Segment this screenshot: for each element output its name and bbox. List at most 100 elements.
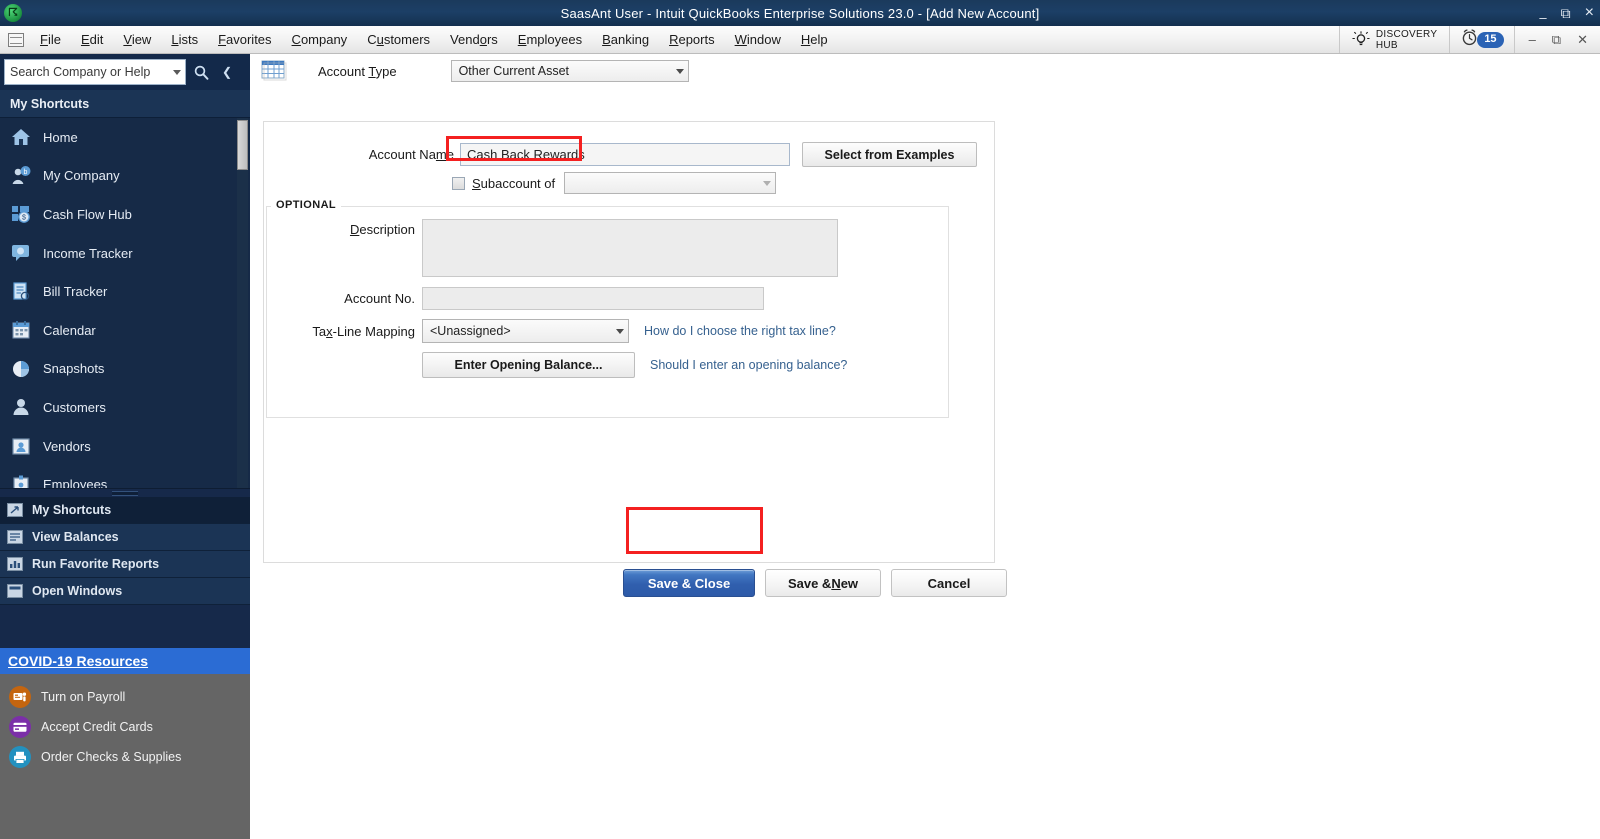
chevron-down-icon	[763, 180, 772, 186]
inner-close-icon[interactable]: ✕	[1577, 33, 1588, 46]
vendors-icon	[10, 435, 32, 457]
menu-favorites[interactable]: Favorites	[208, 28, 281, 51]
menu-banking[interactable]: Banking	[592, 28, 659, 51]
sidebar-item-label: Home	[43, 129, 78, 145]
account-name-input[interactable]: Cash Back Rewards	[460, 143, 790, 166]
title-bar: ☈ SaasAnt User - Intuit QuickBooks Enter…	[0, 0, 1600, 26]
cancel-button[interactable]: Cancel	[891, 569, 1007, 597]
sidebar-item-vendors[interactable]: Vendors	[0, 427, 250, 466]
inner-window-controls: – ⧉ ✕	[1513, 26, 1600, 53]
opening-balance-row: Enter Opening Balance... Should I enter …	[267, 352, 847, 378]
balances-panel-icon	[7, 530, 23, 544]
search-icon[interactable]	[186, 58, 216, 86]
promo-accept-credit-cards[interactable]: Accept Credit Cards	[0, 712, 250, 742]
menu-customers[interactable]: Customers	[357, 28, 440, 51]
optional-fieldset: OPTIONAL Description Account No. Tax-Lin…	[266, 199, 949, 418]
menu-help[interactable]: Help	[791, 28, 838, 51]
account-no-input[interactable]	[422, 287, 764, 310]
tax-line-help-link[interactable]: How do I choose the right tax line?	[644, 324, 836, 338]
select-from-examples-button[interactable]: Select from Examples	[802, 142, 977, 167]
covid-resources-banner[interactable]: COVID-19 Resources	[0, 648, 250, 674]
close-icon[interactable]: ×	[1585, 5, 1594, 21]
menu-vendors[interactable]: Vendors	[440, 28, 508, 51]
sidebar-panel-run-favorite-reports[interactable]: Run Favorite Reports	[0, 551, 250, 578]
window-title: SaasAnt User - Intuit QuickBooks Enterpr…	[560, 5, 1040, 21]
description-input[interactable]	[422, 219, 838, 277]
home-icon	[10, 126, 32, 148]
account-name-label: Account Name	[368, 147, 454, 162]
minimize-icon[interactable]: –	[1539, 11, 1546, 24]
form-action-buttons: Save & Close Save & New Cancel	[623, 569, 1007, 597]
discovery-hub-label: DISCOVERY HUB	[1376, 29, 1437, 51]
sidebar-item-employees[interactable]: Employees	[0, 465, 250, 488]
chevron-down-icon	[675, 68, 684, 74]
discovery-hub-line1: DISCOVERY	[1375, 28, 1438, 40]
sidebar-panel-view-balances[interactable]: View Balances	[0, 524, 250, 551]
sidebar-item-bill-tracker[interactable]: Bill Tracker	[0, 272, 250, 311]
menu-employees[interactable]: Employees	[508, 28, 592, 51]
restore-icon[interactable]: ⧉	[1561, 6, 1571, 20]
save-and-new-button[interactable]: Save & New	[765, 569, 881, 597]
sidebar-item-label: Vendors	[43, 438, 91, 454]
search-row: Search Company or Help ❮	[0, 54, 250, 90]
menu-file[interactable]: File	[30, 28, 71, 51]
menu-reports[interactable]: Reports	[659, 28, 725, 51]
sidebar-scrollbar-thumb[interactable]	[237, 120, 248, 170]
sidebar-panel-my-shortcuts[interactable]: My Shortcuts	[0, 497, 250, 524]
snapshots-icon	[10, 358, 32, 380]
account-no-row: Account No.	[267, 287, 764, 310]
sidebar-item-label: Employees	[43, 477, 108, 488]
sidebar-panel-label: View Balances	[32, 530, 119, 544]
account-form-card: Account Name Cash Back Rewards Select fr…	[263, 121, 995, 563]
opening-balance-help-link[interactable]: Should I enter an opening balance?	[650, 358, 847, 372]
menu-bar: File Edit View Lists Favorites Company C…	[0, 26, 1600, 54]
inner-minimize-icon[interactable]: –	[1529, 33, 1536, 46]
menu-view[interactable]: View	[113, 28, 161, 51]
sidebar-item-income-tracker[interactable]: Income Tracker	[0, 234, 250, 273]
subaccount-parent-select[interactable]	[564, 172, 777, 194]
promo-order-checks-supplies[interactable]: Order Checks & Supplies	[0, 742, 250, 772]
save-and-close-button[interactable]: Save & Close	[623, 569, 755, 597]
sidebar-item-customers[interactable]: Customers	[0, 388, 250, 427]
promo-label: Order Checks & Supplies	[41, 750, 182, 764]
enter-opening-balance-button[interactable]: Enter Opening Balance...	[422, 352, 635, 378]
discovery-hub-button[interactable]: DISCOVERY HUB	[1338, 26, 1449, 53]
order-checks-icon	[9, 746, 31, 768]
tax-line-mapping-select[interactable]: <Unassigned>	[422, 319, 629, 343]
inner-restore-icon[interactable]: ⧉	[1552, 33, 1561, 46]
sidebar-item-home[interactable]: Home	[0, 118, 250, 157]
sidebar-spacer	[0, 605, 250, 648]
sidebar-item-label: Snapshots	[43, 361, 105, 377]
sidebar-item-cash-flow-hub[interactable]: $ Cash Flow Hub	[0, 195, 250, 234]
account-type-select[interactable]: Other Current Asset	[450, 60, 689, 82]
account-name-value: Cash Back Rewards	[467, 147, 585, 162]
menu-bar-right: DISCOVERY HUB 15 – ⧉ ✕	[1338, 26, 1600, 53]
sidebar-item-calendar[interactable]: Calendar	[0, 311, 250, 350]
search-placeholder: Search Company or Help	[10, 65, 151, 79]
subaccount-checkbox[interactable]	[452, 176, 465, 190]
shortcuts-list: Home b My Company $ Cash Flow Hub Income…	[0, 118, 250, 488]
optional-legend: OPTIONAL	[271, 199, 342, 211]
window-controls: – ⧉ ×	[1539, 0, 1594, 26]
covid-resources-label: COVID-19 Resources	[8, 653, 149, 669]
system-menu-icon[interactable]	[8, 32, 24, 47]
menu-edit[interactable]: Edit	[71, 28, 113, 51]
chevron-down-icon[interactable]	[173, 69, 181, 75]
notification-count-badge: 15	[1477, 31, 1504, 48]
menu-lists[interactable]: Lists	[161, 28, 208, 51]
sidebar-resize-handle[interactable]	[0, 488, 250, 497]
alarm-notifications-button[interactable]: 15	[1449, 26, 1513, 53]
promo-turn-on-payroll[interactable]: Turn on Payroll	[0, 682, 250, 712]
menu-window[interactable]: Window	[725, 28, 791, 51]
sidebar-panel-open-windows[interactable]: Open Windows	[0, 578, 250, 605]
sidebar-scrollbar[interactable]	[237, 118, 248, 488]
chevron-left-icon[interactable]: ❮	[216, 58, 238, 86]
sidebar-item-my-company[interactable]: b My Company	[0, 157, 250, 196]
sidebar-item-label: Customers	[43, 399, 106, 415]
search-input[interactable]: Search Company or Help	[4, 59, 186, 85]
sidebar-item-snapshots[interactable]: Snapshots	[0, 350, 250, 389]
employees-icon	[10, 474, 32, 488]
subaccount-row: Subaccount of	[452, 172, 777, 194]
menu-company[interactable]: Company	[282, 28, 358, 51]
sidebar-item-label: Cash Flow Hub	[43, 206, 132, 222]
